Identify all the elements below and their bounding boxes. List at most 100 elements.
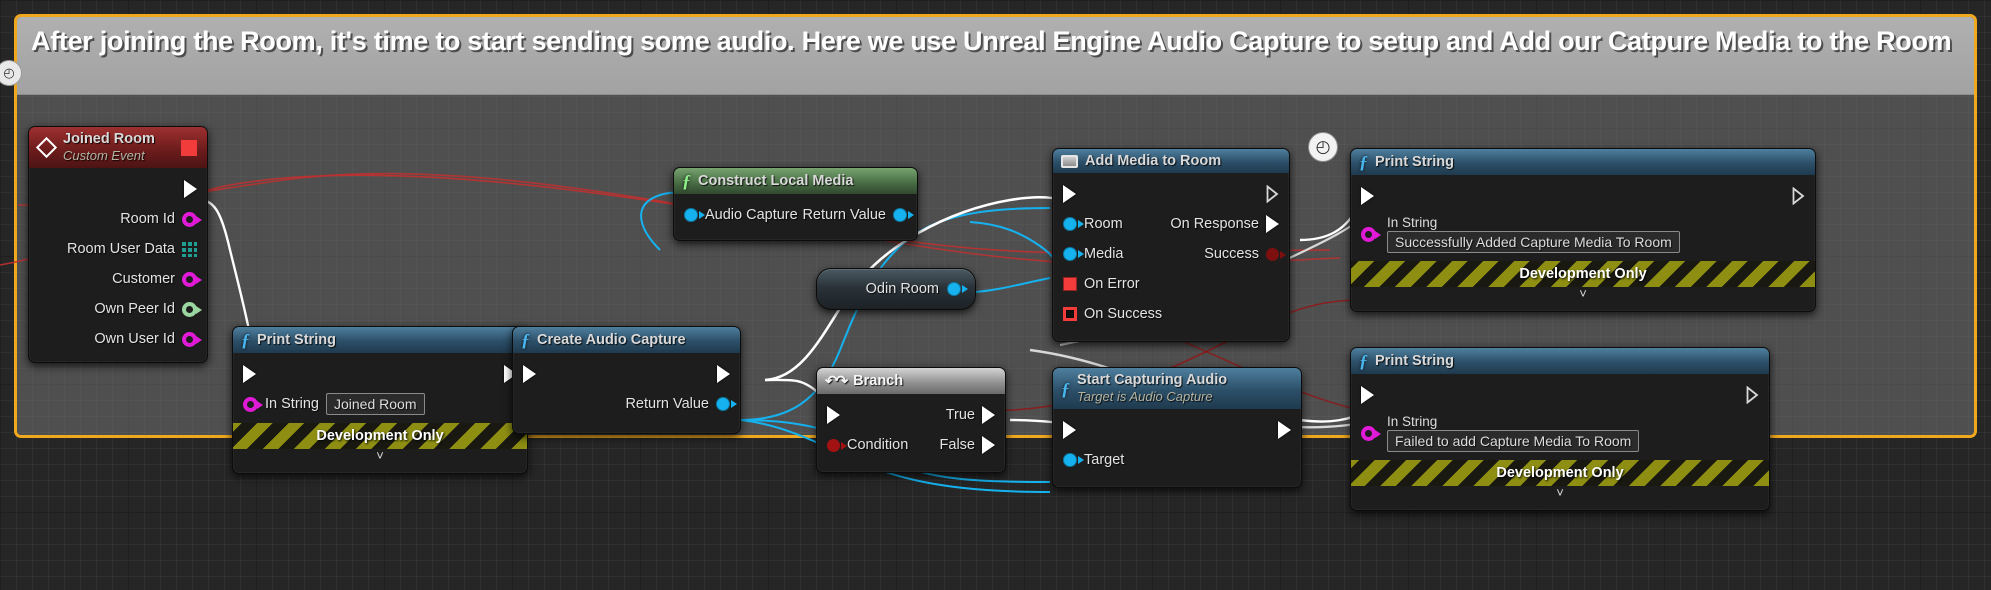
string-pin-icon [182,271,202,287]
exec-out-pin[interactable] [184,180,207,198]
exec-triangle-icon [982,406,995,424]
exec-in-pin[interactable] [513,365,536,383]
development-only-banner: Development Only [233,423,527,449]
delegate-pin-icon [1063,277,1077,291]
pin-audio-capture[interactable]: Audio Capture [674,207,798,223]
node-subtitle: Target is Audio Capture [1077,389,1213,404]
name-pin-icon [182,301,202,317]
exec-triangle-icon [1361,187,1374,205]
comment-title[interactable]: After joining the Room, it's time to sta… [17,17,1974,95]
exec-in-pin[interactable] [817,406,840,424]
pin-room-user-data[interactable]: Room User Data [67,241,207,257]
node-construct-local-media[interactable]: ƒ Construct Local Media Audio Capture Re… [673,167,918,241]
screen-icon [1061,154,1078,168]
pin-room-id[interactable]: Room Id [120,211,207,227]
pin-label: Room [1084,216,1123,232]
node-print-string-success[interactable]: ƒ Print String In String Successfully Ad… [1350,148,1816,312]
node-header-branch[interactable]: ↶↷ Branch [817,368,1005,394]
node-header-print-string-success[interactable]: ƒ Print String [1351,149,1815,175]
node-title: Print String [257,332,336,348]
pin-false[interactable]: False [940,436,1005,454]
pin-on-response[interactable]: On Response [1170,215,1289,233]
exec-triangle-icon [717,365,730,383]
node-header-construct-local-media[interactable]: ƒ Construct Local Media [674,168,917,194]
pin-condition[interactable]: Condition [817,437,908,453]
pin-own-peer-id[interactable]: Own Peer Id [94,301,207,317]
string-pin-icon [182,211,202,227]
exec-out-pin[interactable] [717,365,740,383]
pin-true[interactable]: True [946,406,1005,424]
development-only-banner: Development Only [1351,261,1815,287]
pin-customer[interactable]: Customer [112,271,207,287]
object-pin-icon [1063,453,1084,467]
node-print-string-joined[interactable]: ƒ Print String In String Joined Room Dev… [232,326,528,474]
exec-in-pin[interactable] [1351,386,1374,404]
node-title: Construct Local Media [698,173,854,189]
node-add-media-to-room[interactable]: Add Media to Room Room On Response Media… [1052,148,1290,342]
exec-triangle-icon [523,365,536,383]
expand-chevron-down-icon[interactable]: ˅ [1351,287,1815,303]
object-pin-icon [1063,247,1084,261]
node-header-add-media-to-room[interactable]: Add Media to Room [1053,149,1289,173]
exec-triangle-icon [827,406,840,424]
node-create-audio-capture[interactable]: ƒ Create Audio Capture Return Value [512,326,741,434]
in-string-input[interactable]: Joined Room [326,393,425,415]
node-body-start-capturing-audio: Target [1053,409,1301,487]
node-branch[interactable]: ↶↷ Branch True Condition False [816,367,1006,473]
in-string-input[interactable]: Successfully Added Capture Media To Room [1387,231,1680,253]
pin-target[interactable]: Target [1053,452,1124,468]
event-status-square-icon [181,139,197,156]
pin-media[interactable]: Media [1053,246,1124,262]
pin-label: On Success [1084,306,1163,322]
expand-chevron-down-icon[interactable]: ˅ [233,449,527,465]
exec-in-pin[interactable] [233,365,256,383]
exec-out-pin[interactable] [1278,421,1301,439]
pin-own-user-id[interactable]: Own User Id [94,331,207,347]
string-pin-icon [1361,226,1381,242]
expand-chevron-down-icon[interactable]: ˅ [1351,486,1769,502]
pin-in-string[interactable]: In String Successfully Added Capture Med… [1351,215,1680,253]
delegate-hollow-pin-icon [1063,307,1077,321]
development-only-banner: Development Only [1351,460,1769,486]
node-header-create-audio-capture[interactable]: ƒ Create Audio Capture [513,327,740,353]
exec-in-pin[interactable] [1351,187,1374,205]
node-start-capturing-audio[interactable]: ƒ Start Capturing Audio Target is Audio … [1052,367,1302,488]
node-header-print-string-failed[interactable]: ƒ Print String [1351,348,1769,374]
pin-label: On Response [1170,216,1259,232]
pin-label: False [939,437,975,453]
node-title: Print String [1375,353,1454,369]
node-print-string-failed[interactable]: ƒ Print String In String Failed to add C… [1350,347,1770,511]
pin-label: Return Value [802,207,886,223]
pin-success[interactable]: Success [1204,246,1289,262]
bool-pin-icon [1266,247,1286,261]
pin-on-success[interactable]: On Success [1053,306,1162,322]
bool-pin-icon [827,438,847,452]
in-string-input[interactable]: Failed to add Capture Media To Room [1387,430,1640,452]
exec-in-pin[interactable] [1053,185,1076,203]
node-header-start-capturing-audio[interactable]: ƒ Start Capturing Audio Target is Audio … [1053,368,1301,409]
pin-return-value[interactable]: Return Value [625,396,740,412]
node-body-joined-room: Room Id Room User Data Customer Own Peer [29,168,207,362]
exec-out-pin[interactable] [1746,386,1769,404]
node-odin-room-variable[interactable]: Odin Room [816,268,976,310]
pin-return-value[interactable]: Return Value [802,207,917,223]
node-header-joined-room[interactable]: Joined Room Custom Event [29,127,207,168]
node-subtitle: Custom Event [63,148,145,163]
exec-out-pin[interactable] [1792,187,1815,205]
clock-icon[interactable]: ◴ [1308,132,1338,162]
node-joined-room[interactable]: Joined Room Custom Event Room Id Room Us… [28,126,208,363]
node-header-print-string-joined[interactable]: ƒ Print String [233,327,527,353]
pin-in-string[interactable]: In String Joined Room [233,393,425,415]
exec-triangle-outline-icon [1746,386,1759,404]
node-body-print-string-failed: In String Failed to add Capture Media To… [1351,374,1769,510]
exec-out-pin[interactable] [1266,185,1289,203]
pin-label: True [945,407,975,423]
function-f-icon: ƒ [1359,152,1368,172]
pin-in-string[interactable]: In String Failed to add Capture Media To… [1351,414,1640,452]
pin-on-error[interactable]: On Error [1053,276,1140,292]
blueprint-graph-canvas[interactable]: After joining the Room, it's time to sta… [0,0,1991,590]
pin-label: Room Id [120,211,175,227]
pin-room[interactable]: Room [1053,216,1123,232]
exec-in-pin[interactable] [1053,421,1076,439]
node-title: Branch [853,373,904,389]
